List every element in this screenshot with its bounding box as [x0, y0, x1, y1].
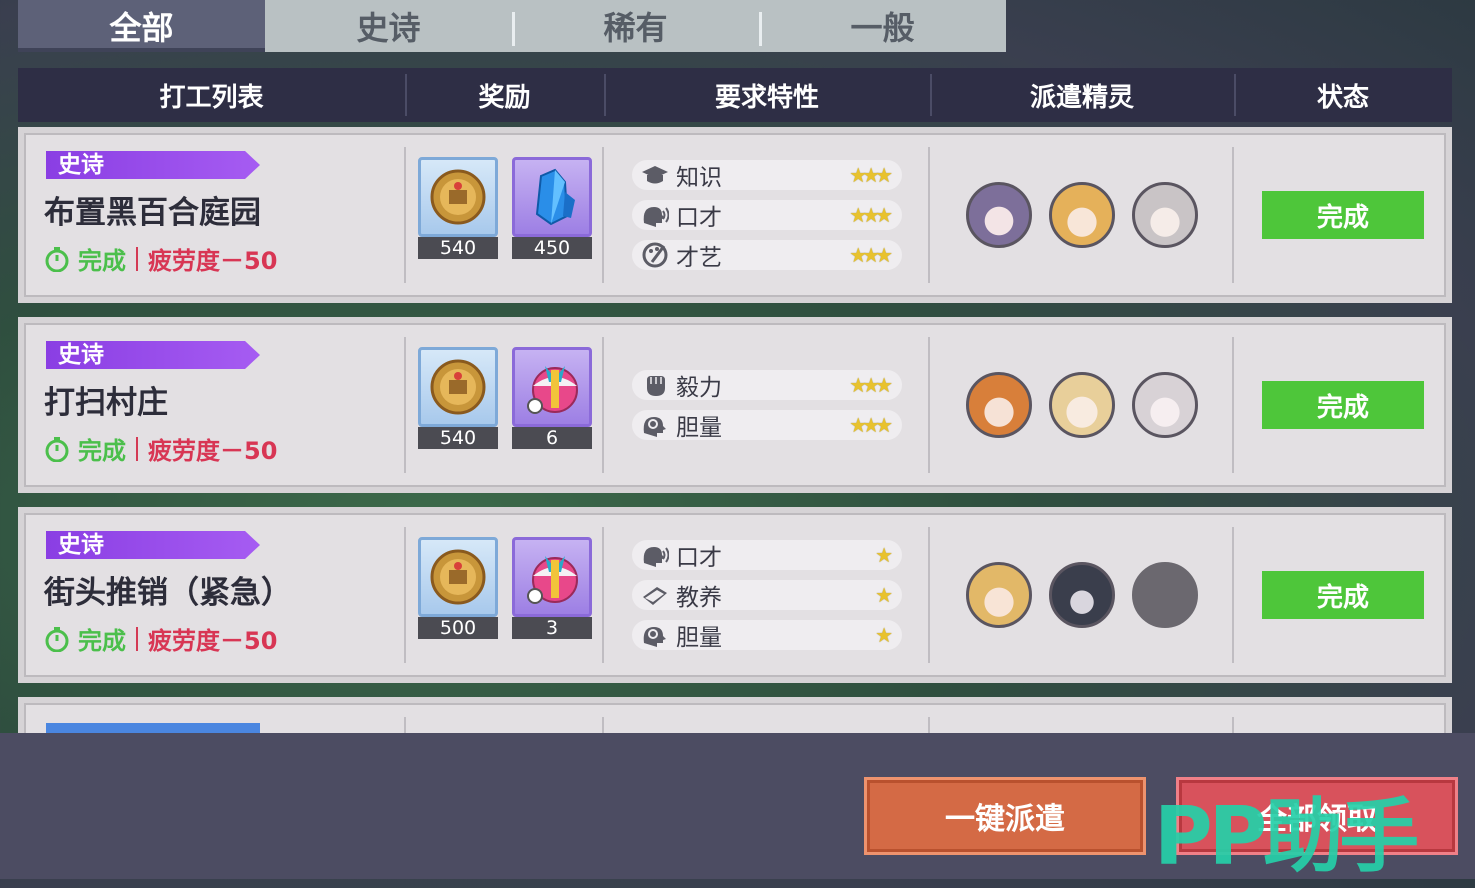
brave-head-icon [640, 412, 670, 438]
job-row[interactable]: 史诗 街头推销（紧急） 完成 疲劳度－50 500 3 口才 ★ 教养 ★ 胆量… [18, 507, 1452, 683]
completion-status: 完成 [78, 627, 126, 655]
reward-item[interactable]: 540 [418, 347, 500, 451]
trait-stars: ★★★ [849, 243, 893, 267]
spirit-avatar[interactable] [966, 562, 1032, 628]
graduation-cap-icon [640, 162, 670, 188]
category-tabs: 全部 史诗 稀有 一般 [18, 0, 1006, 52]
trait-name: 胆量 [676, 625, 722, 651]
rarity-badge: 史诗 [46, 531, 260, 559]
spirit-avatar[interactable] [1049, 562, 1115, 628]
spirit-avatar[interactable] [1049, 182, 1115, 248]
fatigue-cost: 疲劳度－50 [148, 627, 278, 655]
job-row[interactable]: 史诗 布置黑百合庭园 完成 疲劳度－50 540 450 知识 ★★★ 口才 ★… [18, 127, 1452, 303]
watermark: PP助手 [1154, 790, 1419, 883]
job-status-line: 完成 疲劳度－50 [44, 431, 277, 466]
trait-requirement: 口才 ★★★ [632, 200, 902, 231]
reward-count: 450 [512, 237, 592, 259]
header-spirits: 派遣精灵 [930, 68, 1234, 122]
trait-requirement: 口才 ★ [632, 540, 902, 571]
table-header: 打工列表 奖励 要求特性 派遣精灵 状态 [18, 68, 1452, 122]
one-click-dispatch-button[interactable]: 一键派遣 [864, 777, 1146, 855]
header-traits: 要求特性 [604, 68, 930, 122]
tab-all[interactable]: 全部 [18, 0, 265, 52]
reward-item[interactable]: 500 [418, 537, 500, 641]
trait-requirement: 胆量 ★ [632, 620, 902, 651]
speaking-head-icon [640, 202, 670, 228]
gold-coin-icon [430, 359, 486, 415]
complete-button[interactable]: 完成 [1262, 381, 1424, 429]
trait-stars: ★ [875, 543, 893, 567]
spirit-avatar[interactable] [966, 182, 1032, 248]
reward-count: 500 [418, 617, 498, 639]
trait-stars: ★★★ [849, 413, 893, 437]
reward-item[interactable]: 540 [418, 157, 500, 261]
reward-item[interactable]: 450 [512, 157, 594, 261]
timer-icon [45, 436, 69, 462]
trait-name: 口才 [676, 205, 722, 231]
trait-name: 才艺 [676, 245, 722, 271]
spirit-avatar[interactable] [966, 372, 1032, 438]
tab-rare[interactable]: 稀有 [512, 0, 759, 52]
completion-status: 完成 [78, 437, 126, 465]
blue-crystal-icon [535, 168, 575, 226]
fatigue-cost: 疲劳度－50 [148, 437, 278, 465]
trait-requirement: 才艺 ★★★ [632, 240, 902, 271]
gift-ball-icon [527, 366, 578, 414]
reward-item[interactable]: 6 [512, 347, 594, 451]
job-row-partial[interactable] [18, 697, 1452, 737]
rarity-badge: 史诗 [46, 341, 260, 369]
timer-icon [45, 626, 69, 652]
trait-requirement: 知识 ★★★ [632, 160, 902, 191]
trait-requirement: 毅力 ★★★ [632, 370, 902, 401]
reward-count: 3 [512, 617, 592, 639]
fatigue-cost: 疲劳度－50 [148, 247, 278, 275]
header-status: 状态 [1234, 68, 1452, 122]
gold-coin-icon [430, 169, 486, 225]
spirit-avatar[interactable] [1132, 182, 1198, 248]
trait-requirement: 胆量 ★★★ [632, 410, 902, 441]
palette-icon [640, 242, 670, 268]
tab-epic[interactable]: 史诗 [265, 0, 512, 52]
job-row[interactable]: 史诗 打扫村庄 完成 疲劳度－50 540 6 毅力 ★★★ 胆量 ★★★ 完成 [18, 317, 1452, 493]
spirit-avatar[interactable] [1049, 372, 1115, 438]
completion-status: 完成 [78, 247, 126, 275]
trait-stars: ★★★ [849, 163, 893, 187]
reward-count: 540 [418, 427, 498, 449]
trait-name: 口才 [676, 545, 722, 571]
gold-coin-icon [430, 549, 486, 605]
trait-name: 知识 [676, 165, 722, 191]
header-job-list: 打工列表 [159, 82, 264, 113]
trait-stars: ★ [875, 583, 893, 607]
brave-head-icon [640, 622, 670, 648]
spirit-avatar[interactable] [1132, 372, 1198, 438]
job-status-line: 完成 疲劳度－50 [44, 621, 277, 656]
reward-count: 6 [512, 427, 592, 449]
reward-count: 540 [418, 237, 498, 259]
complete-button[interactable]: 完成 [1262, 191, 1424, 239]
speaking-head-icon [640, 542, 670, 568]
empty-spirit-slot[interactable] [1132, 562, 1198, 628]
gift-ball-icon [527, 556, 578, 604]
book-icon [640, 582, 670, 608]
trait-name: 毅力 [676, 375, 722, 401]
job-name: 街头推销（紧急） [44, 575, 292, 611]
reward-item[interactable]: 3 [512, 537, 594, 641]
job-name: 打扫村庄 [44, 385, 168, 421]
trait-stars: ★★★ [849, 373, 893, 397]
trait-name: 胆量 [676, 415, 722, 441]
fist-icon [640, 372, 670, 398]
trait-stars: ★ [875, 623, 893, 647]
rarity-badge: 史诗 [46, 151, 260, 179]
trait-name: 教养 [676, 585, 722, 611]
trait-requirement: 教养 ★ [632, 580, 902, 611]
job-status-line: 完成 疲劳度－50 [44, 241, 277, 276]
complete-button[interactable]: 完成 [1262, 571, 1424, 619]
header-reward: 奖励 [405, 68, 604, 122]
tab-normal[interactable]: 一般 [759, 0, 1006, 52]
timer-icon [45, 246, 69, 272]
trait-stars: ★★★ [849, 203, 893, 227]
job-name: 布置黑百合庭园 [44, 195, 261, 231]
